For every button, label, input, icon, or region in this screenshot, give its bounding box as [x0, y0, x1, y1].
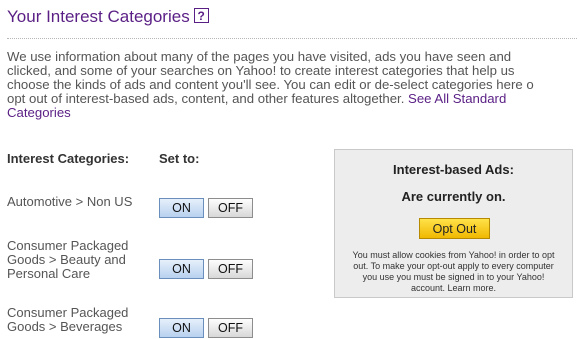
category-label-automotive: Automotive > Non US: [7, 195, 132, 209]
interest-based-ads-panel: Interest-based Ads: Are currently on. Op…: [334, 149, 573, 298]
interest-categories-header: Interest Categories:: [7, 151, 130, 166]
toggle-beverages: ON OFF: [159, 318, 253, 338]
on-button-automotive[interactable]: ON: [159, 198, 204, 218]
page-title-text: Your Interest Categories: [7, 7, 190, 26]
category-label-line: Goods > Beauty and: [7, 252, 126, 267]
on-button-beauty-personal-care[interactable]: ON: [159, 259, 204, 279]
category-label-line: Consumer Packaged: [7, 305, 129, 320]
ads-panel-title: Interest-based Ads:: [393, 162, 514, 177]
set-to-header: Set to:: [159, 151, 200, 166]
category-label-line: Automotive > Non US: [7, 194, 133, 209]
cookie-notice: You must allow cookies from Yahoo! in or…: [352, 250, 555, 293]
intro-line: We use information about many of the pag…: [7, 49, 512, 64]
ads-status-text: Are currently on.: [401, 189, 506, 204]
intro-line: clicked, and some of your searches on Ya…: [7, 63, 515, 78]
off-button-beauty-personal-care[interactable]: OFF: [208, 259, 253, 279]
opt-out-button[interactable]: Opt Out: [419, 218, 490, 239]
see-all-categories-link-continued[interactable]: Categories: [7, 105, 71, 120]
help-icon[interactable]: ?: [193, 8, 209, 23]
intro-line: choose the kinds of ads and content you'…: [7, 77, 534, 92]
intro-paragraph: We use information about many of the pag…: [7, 50, 580, 120]
toggle-automotive: ON OFF: [159, 198, 253, 218]
off-button-beverages[interactable]: OFF: [208, 318, 253, 338]
category-label-line: Goods > Beverages: [7, 319, 123, 334]
page-title: Your Interest Categories?: [7, 7, 209, 27]
category-label-line: Personal Care: [7, 266, 91, 281]
category-label-beverages: Consumer Packaged Goods > Beverages: [7, 306, 128, 334]
intro-line: opt out of interest-based ads, content, …: [7, 91, 409, 106]
category-label-beauty-personal-care: Consumer Packaged Goods > Beauty and Perso…: [7, 239, 128, 281]
divider: [7, 38, 577, 39]
toggle-beauty-personal-care: ON OFF: [159, 259, 253, 279]
category-label-line: Consumer Packaged: [7, 238, 129, 253]
see-all-categories-link[interactable]: See All Standard: [408, 91, 506, 106]
off-button-automotive[interactable]: OFF: [208, 198, 253, 218]
on-button-beverages[interactable]: ON: [159, 318, 204, 338]
